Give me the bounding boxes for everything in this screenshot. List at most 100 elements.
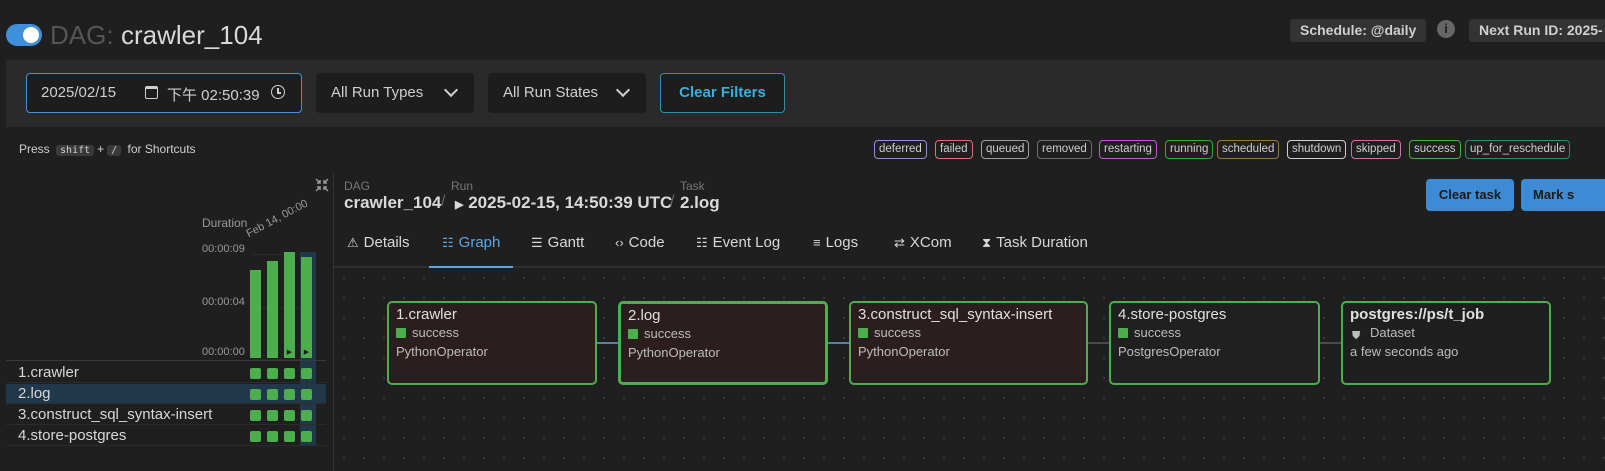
tab-label: Code bbox=[628, 234, 665, 251]
breadcrumb-dag[interactable]: crawler_104 bbox=[344, 193, 441, 213]
task-instance-cell[interactable] bbox=[250, 389, 261, 400]
task-instance-cell[interactable] bbox=[250, 410, 261, 421]
tab-graph[interactable]: ☷ Graph bbox=[429, 220, 514, 268]
run-duration-bar[interactable] bbox=[250, 270, 261, 358]
calendar-icon: ☷ bbox=[696, 235, 708, 250]
graph-node-store-postgres[interactable]: 4.store-postgres success PostgresOperato… bbox=[1109, 301, 1320, 385]
task-instance-cell[interactable] bbox=[284, 368, 295, 379]
breadcrumb-run[interactable]: ▶ 2025-02-15, 14:50:39 UTC bbox=[455, 193, 672, 213]
task-instance-cell[interactable] bbox=[250, 431, 261, 442]
node-operator: PythonOperator bbox=[858, 344, 950, 359]
grid-panel: Duration Feb 14, 00:00 00:00:09 00:00:04… bbox=[6, 172, 329, 471]
breadcrumb-task[interactable]: 2.log bbox=[680, 193, 720, 213]
mark-state-button[interactable]: Mark s bbox=[1521, 179, 1605, 211]
play-icon: ▶ bbox=[286, 349, 293, 356]
dag-pause-toggle[interactable] bbox=[6, 24, 42, 46]
task-row[interactable]: 1.crawler bbox=[6, 363, 326, 383]
legend-success[interactable]: success bbox=[1409, 140, 1461, 159]
schedule-badge: Schedule: @daily bbox=[1290, 19, 1427, 42]
task-instance-cell[interactable] bbox=[267, 431, 278, 442]
time-value: 下午 02:50:39 bbox=[167, 87, 260, 104]
code-icon: ‹› bbox=[615, 235, 624, 250]
duration-tick: 00:00:00 bbox=[202, 346, 245, 358]
play-icon: ▶ bbox=[303, 349, 310, 356]
state-legend: deferred failed queued removed restarting run… bbox=[874, 140, 1605, 160]
breadcrumb-run-key: Run bbox=[451, 179, 474, 193]
toggle-knob bbox=[23, 27, 39, 43]
run-duration-bar[interactable]: ▶ bbox=[284, 252, 295, 358]
calendar-icon[interactable] bbox=[145, 86, 158, 99]
graph-node-construct-sql[interactable]: 3.construct_sql_syntax-insert success Py… bbox=[849, 301, 1088, 385]
grid-divider bbox=[6, 360, 326, 361]
next-run-badge[interactable]: Next Run ID: 2025- bbox=[1469, 19, 1605, 42]
chevron-down-icon bbox=[443, 82, 459, 98]
graph-node-dataset[interactable]: postgres://ps/t_job ⛊ Dataset a few seco… bbox=[1341, 301, 1551, 385]
tab-event-log[interactable]: ☷ Event Log bbox=[696, 220, 780, 266]
duration-label: Duration bbox=[202, 216, 248, 230]
task-instance-cell[interactable] bbox=[284, 431, 295, 442]
task-row[interactable]: 3.construct_sql_syntax-insert bbox=[6, 405, 326, 425]
breadcrumb-task-key: Task bbox=[680, 179, 705, 193]
task-row[interactable]: 4.store-postgres bbox=[6, 426, 326, 446]
base-date-input[interactable]: 2025/02/15 下午 02:50:39 bbox=[26, 73, 302, 113]
legend-running[interactable]: running bbox=[1165, 140, 1214, 159]
task-instance-cell[interactable] bbox=[250, 368, 261, 379]
task-row[interactable]: 2.log bbox=[6, 384, 326, 404]
node-title: 1.crawler bbox=[396, 306, 457, 323]
legend-failed[interactable]: failed bbox=[935, 140, 973, 159]
play-icon: ▶ bbox=[455, 199, 464, 211]
graph-node-crawler[interactable]: 1.crawler success PythonOperator bbox=[387, 301, 597, 385]
legend-removed[interactable]: removed bbox=[1037, 140, 1092, 159]
legend-up-for-reschedule[interactable]: up_for_reschedule bbox=[1465, 140, 1571, 159]
tab-logs[interactable]: ≡ Logs bbox=[813, 220, 858, 266]
node-title: 2.log bbox=[628, 307, 661, 324]
run-duration-bars: ▶ ▶ bbox=[250, 248, 320, 358]
node-operator: PythonOperator bbox=[628, 345, 720, 360]
node-status: success bbox=[874, 325, 921, 340]
tab-gantt[interactable]: ☰ Gantt bbox=[531, 220, 584, 266]
info-icon[interactable]: i bbox=[1437, 20, 1455, 38]
run-states-value: All Run States bbox=[503, 84, 599, 101]
task-instance-cell[interactable] bbox=[267, 410, 278, 421]
legend-queued[interactable]: queued bbox=[981, 140, 1030, 159]
clear-filters-button[interactable]: Clear Filters bbox=[660, 73, 785, 113]
task-instance-cell[interactable] bbox=[284, 389, 295, 400]
legend-deferred[interactable]: deferred bbox=[874, 140, 927, 159]
graph-node-log[interactable]: 2.log success PythonOperator bbox=[618, 301, 828, 385]
task-instance-cell[interactable] bbox=[301, 389, 312, 400]
clock-icon[interactable] bbox=[271, 85, 285, 99]
breadcrumb-run-value: 2025-02-15, 14:50:39 UTC bbox=[468, 193, 673, 212]
legend-scheduled[interactable]: scheduled bbox=[1217, 140, 1280, 159]
legend-skipped[interactable]: skipped bbox=[1351, 140, 1401, 159]
task-instance-cell[interactable] bbox=[301, 431, 312, 442]
tab-details[interactable]: ⚠ Details bbox=[347, 220, 410, 266]
task-instance-cell[interactable] bbox=[267, 368, 278, 379]
run-date-label: Feb 14, 00:00 bbox=[244, 197, 310, 240]
legend-shutdown[interactable]: shutdown bbox=[1287, 140, 1347, 159]
gantt-icon: ☰ bbox=[531, 235, 543, 250]
task-instance-cell[interactable] bbox=[284, 410, 295, 421]
node-operator: PythonOperator bbox=[396, 344, 488, 359]
filter-bar: 2025/02/15 下午 02:50:39 All Run Types All… bbox=[6, 60, 1605, 127]
tab-code[interactable]: ‹› Code bbox=[615, 220, 665, 266]
collapse-icon[interactable] bbox=[315, 178, 329, 192]
legend-restarting[interactable]: restarting bbox=[1099, 140, 1157, 159]
duration-tick: 00:00:09 bbox=[202, 243, 245, 255]
run-duration-bar[interactable]: ▶ bbox=[301, 257, 312, 358]
graph-canvas[interactable]: 1.crawler success PythonOperator 2.log s… bbox=[334, 268, 1605, 471]
clear-task-button[interactable]: Clear task bbox=[1426, 179, 1514, 211]
task-instance-cell[interactable] bbox=[267, 389, 278, 400]
task-instance-cell[interactable] bbox=[301, 410, 312, 421]
task-instance-cell[interactable] bbox=[301, 368, 312, 379]
slash-key: / bbox=[107, 145, 122, 156]
tab-task-duration[interactable]: ⧗ Task Duration bbox=[982, 220, 1088, 266]
node-title: 4.store-postgres bbox=[1118, 306, 1227, 323]
dag-title: crawler_104 bbox=[121, 20, 263, 50]
tab-xcom[interactable]: ⇄ XCom bbox=[894, 220, 952, 266]
database-icon: ⛊ bbox=[1352, 330, 1361, 342]
run-states-select[interactable]: All Run States bbox=[488, 73, 646, 113]
run-duration-bar[interactable] bbox=[267, 261, 278, 358]
status-dot bbox=[1118, 328, 1128, 338]
run-types-value: All Run Types bbox=[331, 84, 424, 101]
run-types-select[interactable]: All Run Types bbox=[316, 73, 474, 113]
